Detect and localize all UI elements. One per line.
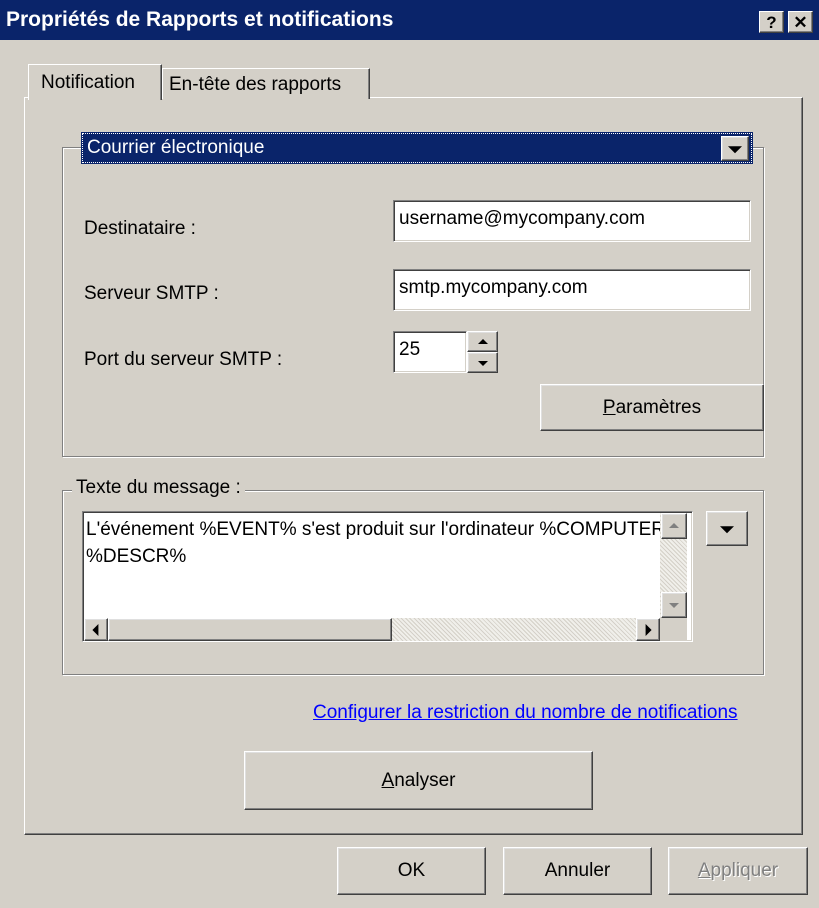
parameters-button-label: Paramètres bbox=[602, 396, 702, 418]
insert-variable-button[interactable] bbox=[706, 511, 748, 546]
arrow-left-icon bbox=[92, 623, 99, 636]
ok-button-label: OK bbox=[397, 860, 426, 881]
notification-method-value: Courrier électronique bbox=[87, 137, 265, 158]
smtp-port-stepper[interactable] bbox=[467, 331, 498, 373]
cancel-button[interactable]: Annuler bbox=[503, 847, 652, 895]
scroll-down-button[interactable] bbox=[661, 592, 687, 618]
help-button[interactable]: ? bbox=[759, 11, 784, 33]
smtp-port-value: 25 bbox=[399, 339, 421, 360]
arrow-down-icon bbox=[477, 360, 488, 366]
scroll-right-button[interactable] bbox=[636, 618, 660, 641]
arrow-right-icon bbox=[645, 623, 652, 636]
tab-notification-label: Notification bbox=[41, 72, 135, 93]
vertical-scrollbar[interactable] bbox=[660, 513, 687, 618]
scroll-thumb[interactable] bbox=[108, 618, 392, 641]
ok-button[interactable]: OK bbox=[337, 847, 486, 895]
analyze-button-label: Analyser bbox=[381, 769, 456, 791]
smtp-server-label: Serveur SMTP : bbox=[84, 283, 219, 304]
restriction-link[interactable]: Configurer la restriction du nombre de n… bbox=[313, 702, 738, 724]
stepper-up-button[interactable] bbox=[467, 331, 498, 352]
tab-report-header[interactable]: En-tête des rapports bbox=[162, 68, 370, 99]
title-bar[interactable]: Propriétés de Rapports et notifications … bbox=[0, 0, 819, 40]
arrow-down-icon bbox=[669, 603, 679, 608]
parameters-button[interactable]: Paramètres bbox=[540, 384, 764, 431]
notification-method-select[interactable]: Courrier électronique bbox=[81, 132, 753, 164]
recipient-label: Destinataire : bbox=[84, 218, 196, 239]
message-line-2: %DESCR% bbox=[86, 546, 187, 567]
message-text-label: Texte du message : bbox=[72, 477, 245, 499]
close-icon: ✕ bbox=[793, 13, 808, 32]
cancel-button-label: Annuler bbox=[544, 860, 611, 881]
stepper-down-button[interactable] bbox=[467, 352, 498, 373]
scrollbar-corner bbox=[660, 618, 687, 641]
smtp-port-input[interactable]: 25 bbox=[393, 331, 467, 373]
window-title: Propriétés de Rapports et notifications bbox=[6, 8, 394, 31]
message-line-1: L'événement %EVENT% s'est produit sur l'… bbox=[86, 519, 666, 540]
smtp-server-value: smtp.mycompany.com bbox=[399, 277, 588, 298]
dropdown-button[interactable] bbox=[721, 136, 749, 161]
close-button[interactable]: ✕ bbox=[788, 11, 813, 33]
recipient-input[interactable]: username@mycompany.com bbox=[393, 200, 751, 242]
scroll-up-button[interactable] bbox=[661, 513, 687, 539]
apply-button[interactable]: Appliquer bbox=[668, 847, 808, 895]
apply-button-label: Appliquer bbox=[697, 860, 779, 881]
recipient-value: username@mycompany.com bbox=[399, 208, 645, 229]
horizontal-scrollbar[interactable] bbox=[84, 618, 660, 641]
tab-report-header-label: En-tête des rapports bbox=[169, 74, 342, 95]
smtp-port-label: Port du serveur SMTP : bbox=[84, 349, 283, 370]
tab-notification[interactable]: Notification bbox=[28, 64, 162, 100]
chevron-down-icon bbox=[728, 145, 742, 153]
arrow-up-icon bbox=[477, 338, 488, 344]
smtp-server-input[interactable]: smtp.mycompany.com bbox=[393, 269, 751, 311]
scroll-left-button[interactable] bbox=[84, 618, 108, 641]
chevron-down-icon bbox=[720, 525, 734, 533]
arrow-up-icon bbox=[669, 523, 679, 528]
analyze-button[interactable]: Analyser bbox=[244, 751, 593, 810]
